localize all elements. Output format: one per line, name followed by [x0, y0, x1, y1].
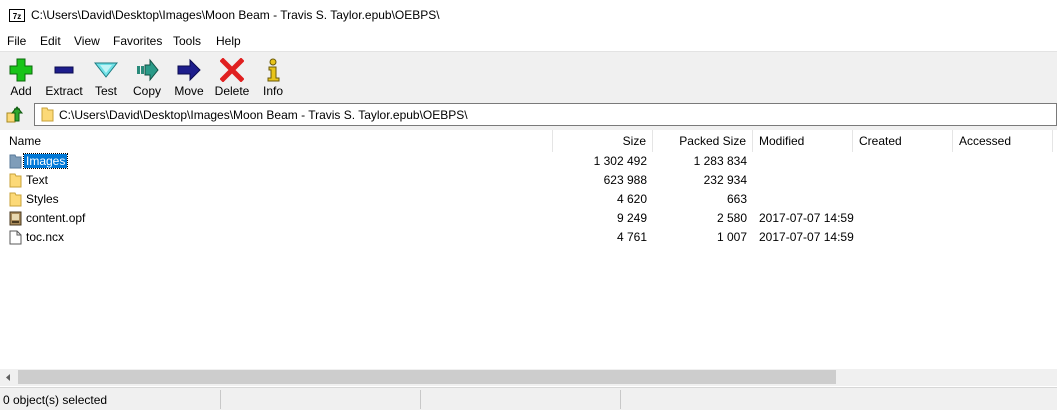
copy-arrow-icon [137, 58, 159, 82]
file-size: 9 249 [616, 211, 647, 225]
address-path: C:\Users\David\Desktop\Images\Moon Beam … [59, 108, 468, 122]
scrollbar-thumb[interactable] [18, 370, 836, 384]
column-header-name[interactable]: Name [0, 130, 553, 152]
file-modified: 2017-07-07 14:59 [759, 211, 854, 225]
folder-icon [9, 173, 22, 188]
move-label: Move [174, 84, 204, 98]
file-name: toc.ncx [26, 230, 65, 244]
status-divider [420, 390, 421, 409]
file-size: 4 620 [616, 192, 647, 206]
scroll-left-icon[interactable] [0, 369, 17, 386]
list-item[interactable]: Text 623 988 232 934 [0, 171, 1057, 190]
delete-x-icon [220, 58, 244, 82]
status-bar: 0 object(s) selected [0, 387, 1057, 410]
window-title: C:\Users\David\Desktop\Images\Moon Beam … [31, 8, 440, 22]
file-packed-size: 2 580 [716, 211, 747, 225]
file-list[interactable]: Name Size Packed Size Modified Created A… [0, 130, 1057, 369]
menu-view[interactable]: View [74, 34, 100, 48]
folder-selected-icon [9, 154, 22, 169]
column-header-packed-size[interactable]: Packed Size [653, 130, 753, 152]
file-packed-size: 663 [726, 192, 747, 206]
test-button[interactable]: Test [90, 56, 122, 98]
file-size: 623 988 [603, 173, 647, 187]
column-header-created[interactable]: Created [853, 130, 953, 152]
file-size: 4 761 [616, 230, 647, 244]
file-packed-size: 232 934 [703, 173, 747, 187]
list-item[interactable]: Images 1 302 492 1 283 834 [0, 152, 1057, 171]
list-item[interactable]: toc.ncx 4 761 1 007 2017-07-07 14:59 [0, 228, 1057, 247]
extract-button[interactable]: Extract [42, 56, 86, 98]
column-header-size[interactable]: Size [553, 130, 653, 152]
file-name: Images [22, 153, 69, 169]
file-size: 1 302 492 [593, 154, 647, 168]
status-divider [220, 390, 221, 409]
menu-tools[interactable]: Tools [173, 34, 201, 48]
test-checkmark-icon [94, 62, 118, 78]
title-bar: 7z C:\Users\David\Desktop\Images\Moon Be… [0, 0, 1057, 31]
delete-label: Delete [214, 84, 250, 98]
copy-button[interactable]: Copy [130, 56, 164, 98]
extract-label: Extract [45, 84, 83, 98]
info-label: Info [262, 84, 283, 98]
copy-label: Copy [132, 84, 161, 98]
add-label: Add [10, 84, 32, 98]
horizontal-scrollbar[interactable] [0, 369, 1057, 386]
folder-icon [41, 107, 54, 122]
add-button[interactable]: Add [4, 56, 38, 98]
list-item[interactable]: content.opf 9 249 2 580 2017-07-07 14:59 [0, 209, 1057, 228]
test-label: Test [94, 84, 117, 98]
list-item[interactable]: Styles 4 620 663 [0, 190, 1057, 209]
opf-file-icon [9, 211, 22, 226]
toolbar: Add Extract Test Copy Move Delete Info [0, 52, 1057, 100]
address-bar[interactable]: C:\Users\David\Desktop\Images\Moon Beam … [34, 103, 1057, 126]
add-plus-icon [9, 58, 33, 82]
delete-button[interactable]: Delete [212, 56, 252, 98]
7zip-app-icon[interactable]: 7z [9, 9, 25, 22]
file-packed-size: 1 007 [716, 230, 747, 244]
file-modified: 2017-07-07 14:59 [759, 230, 854, 244]
info-button[interactable]: Info [258, 56, 288, 98]
status-divider [620, 390, 621, 409]
menu-edit[interactable]: Edit [40, 34, 61, 48]
column-header-modified[interactable]: Modified [753, 130, 853, 152]
file-icon [9, 230, 22, 245]
file-name: Styles [26, 192, 59, 206]
extract-minus-icon [54, 66, 74, 74]
menu-help[interactable]: Help [216, 34, 241, 48]
menu-file[interactable]: File [7, 34, 26, 48]
column-header-accessed[interactable]: Accessed [953, 130, 1053, 152]
move-button[interactable]: Move [172, 56, 206, 98]
info-i-icon [267, 58, 280, 82]
folder-icon [9, 192, 22, 207]
move-arrow-icon [177, 58, 201, 82]
menu-favorites[interactable]: Favorites [113, 34, 162, 48]
up-folder-icon[interactable] [5, 105, 25, 125]
file-packed-size: 1 283 834 [693, 154, 747, 168]
file-name: content.opf [26, 211, 86, 225]
menu-bar: File Edit View Favorites Tools Help [0, 31, 1057, 51]
file-name: Text [26, 173, 49, 187]
selection-status: 0 object(s) selected [3, 393, 108, 407]
